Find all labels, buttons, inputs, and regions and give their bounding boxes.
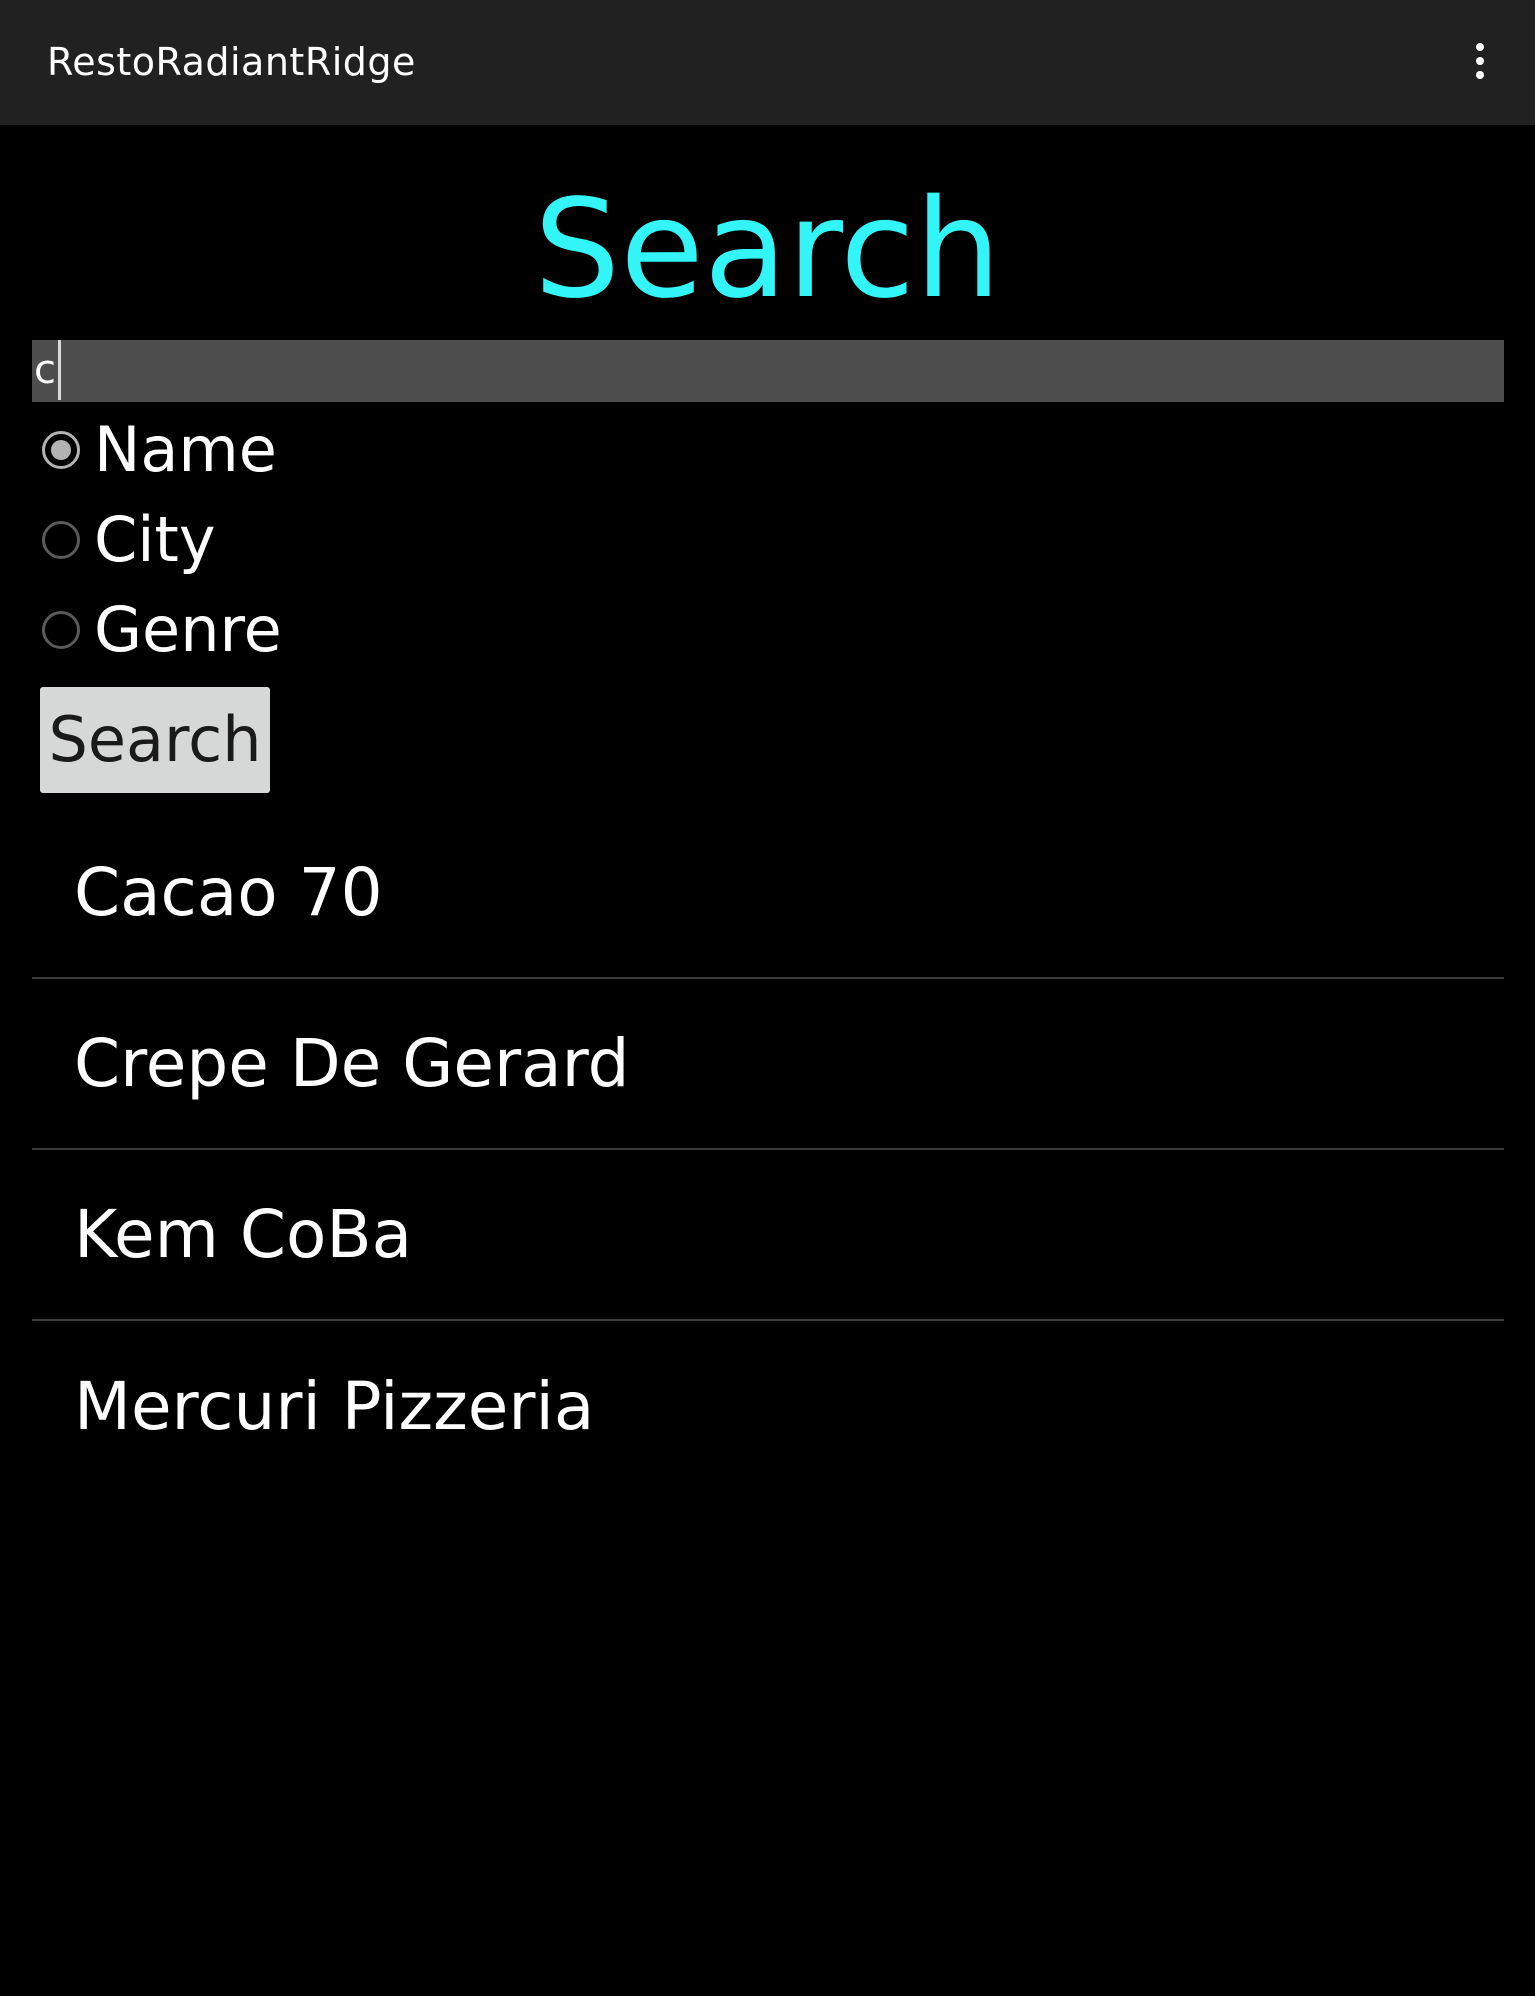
radio-unchecked-icon[interactable] bbox=[42, 521, 80, 559]
text-caret bbox=[58, 340, 61, 400]
app-title: RestoRadiantRidge bbox=[47, 40, 416, 84]
search-button[interactable]: Search bbox=[40, 687, 270, 793]
menu-dot bbox=[1476, 57, 1484, 65]
list-item[interactable]: Crepe De Gerard bbox=[32, 979, 1504, 1150]
radio-label: City bbox=[94, 503, 216, 576]
restaurant-name: Cacao 70 bbox=[74, 853, 383, 931]
menu-dot bbox=[1476, 71, 1484, 79]
radio-checked-icon[interactable] bbox=[42, 431, 80, 469]
radio-label: Name bbox=[94, 413, 277, 486]
restaurant-name: Crepe De Gerard bbox=[74, 1024, 630, 1102]
radio-genre[interactable]: Genre bbox=[42, 587, 282, 673]
results-list: Cacao 70 Crepe De Gerard Kem CoBa Mercur… bbox=[32, 808, 1504, 1492]
radio-name[interactable]: Name bbox=[42, 407, 277, 493]
radio-city[interactable]: City bbox=[42, 497, 216, 583]
page-title: Search bbox=[533, 171, 1002, 329]
radio-unchecked-icon[interactable] bbox=[42, 611, 80, 649]
list-item[interactable]: Kem CoBa bbox=[32, 1150, 1504, 1321]
search-input[interactable]: c bbox=[32, 340, 1504, 402]
list-item[interactable]: Mercuri Pizzeria bbox=[32, 1321, 1504, 1492]
menu-dot bbox=[1476, 43, 1484, 51]
app-bar: RestoRadiantRidge bbox=[0, 0, 1535, 125]
search-input-value: c bbox=[34, 347, 56, 393]
list-item[interactable]: Cacao 70 bbox=[32, 808, 1504, 979]
radio-label: Genre bbox=[94, 593, 282, 666]
more-vert-icon[interactable] bbox=[1455, 36, 1505, 86]
restaurant-name: Kem CoBa bbox=[74, 1195, 413, 1273]
restaurant-name: Mercuri Pizzeria bbox=[74, 1367, 595, 1445]
